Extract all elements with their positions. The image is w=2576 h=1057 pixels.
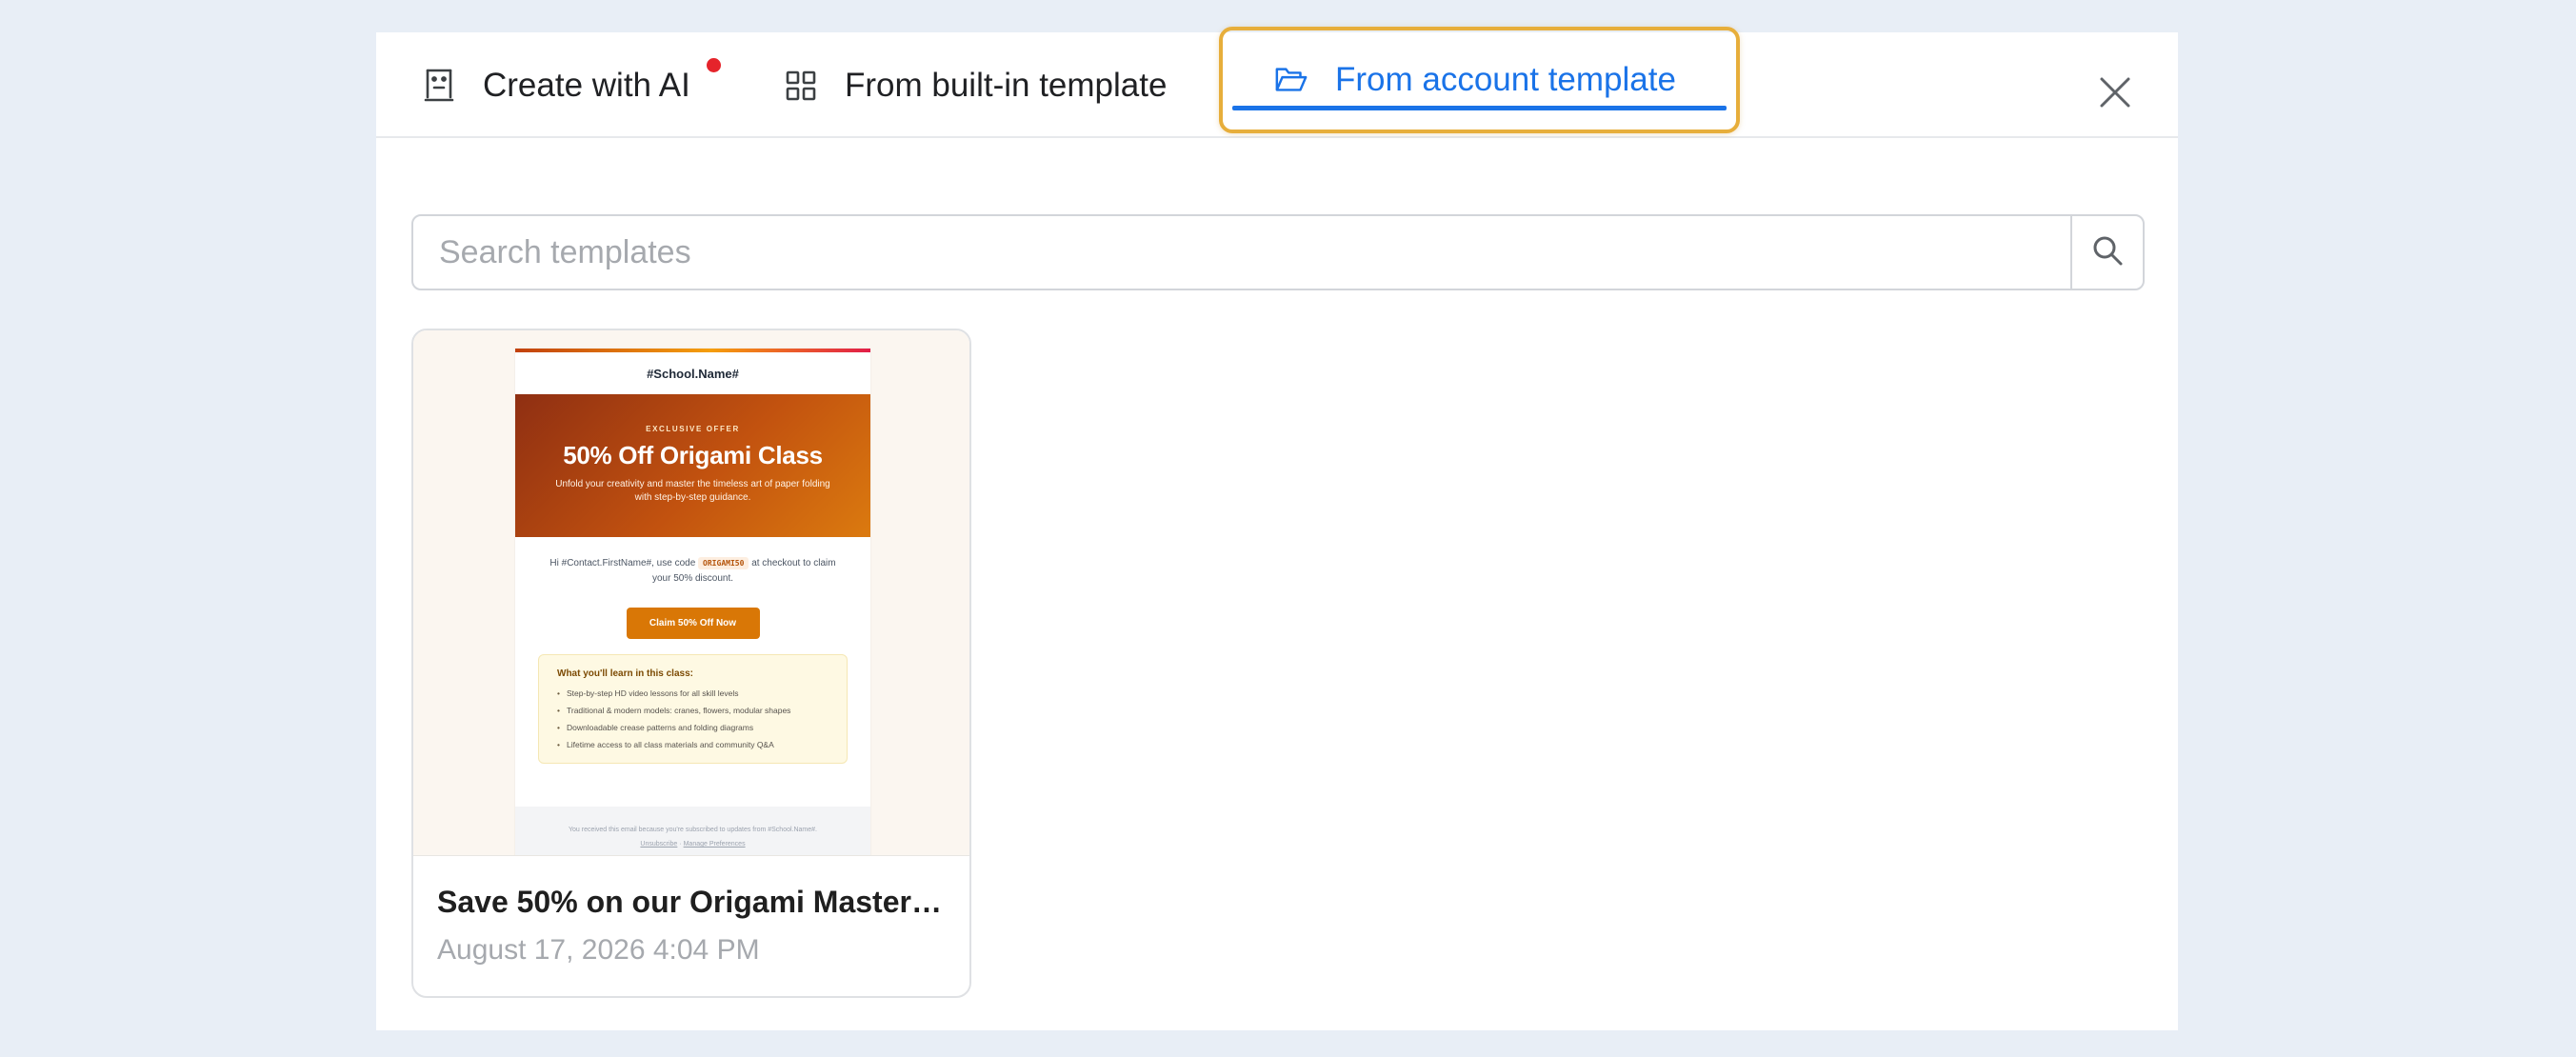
- template-card[interactable]: #School.Name# EXCLUSIVE OFFER 50% Off Or…: [411, 329, 971, 998]
- email-footer: You received this email because you're s…: [515, 807, 870, 855]
- email-kicker: EXCLUSIVE OFFER: [646, 425, 740, 433]
- email-school-name: #School.Name#: [647, 366, 739, 381]
- email-preview: #School.Name# EXCLUSIVE OFFER 50% Off Or…: [515, 349, 870, 855]
- email-hero: EXCLUSIVE OFFER 50% Off Origami Class Un…: [515, 394, 870, 537]
- learn-item: Step-by-step HD video lessons for all sk…: [557, 685, 831, 702]
- tab-label: From account template: [1335, 61, 1676, 98]
- email-headline: 50% Off Origami Class: [563, 441, 823, 469]
- unsubscribe-link: Unsubscribe: [640, 841, 678, 848]
- learn-item: Traditional & modern models: cranes, flo…: [557, 702, 831, 719]
- close-button[interactable]: [2096, 75, 2134, 113]
- template-date: August 17, 2026 4:04 PM: [437, 934, 760, 966]
- folder-open-icon: [1274, 63, 1308, 97]
- email-cta-button: Claim 50% Off Now: [626, 608, 760, 639]
- footer-text: You received this email because you're s…: [568, 827, 817, 833]
- robot-icon: [422, 69, 456, 103]
- tab-create-with-ai[interactable]: Create with AI: [422, 32, 690, 138]
- notification-badge: [707, 58, 721, 72]
- email-subheadline: Unfold your creativity and master the ti…: [555, 479, 830, 503]
- tab-label: From built-in template: [845, 66, 1168, 104]
- tab-account-template[interactable]: From account template: [1219, 27, 1740, 133]
- tab-bar: Create with AI From built-in template Fr…: [376, 27, 2178, 138]
- email-greeting: Hi #Contact.FirstName#, use code ORIGAMI…: [515, 537, 870, 587]
- learn-title: What you'll learn in this class:: [557, 668, 693, 679]
- greeting-text: Hi #Contact.FirstName#, use code: [549, 558, 696, 568]
- tab-built-in-template[interactable]: From built-in template: [784, 32, 1167, 138]
- promo-code: ORIGAMI50: [698, 557, 749, 569]
- active-tab-indicator: [1232, 106, 1727, 110]
- learn-item: Downloadable crease patterns and folding…: [557, 719, 831, 736]
- search-box: [411, 214, 2145, 290]
- manage-preferences-link: Manage Preferences: [683, 841, 746, 848]
- search-input[interactable]: [413, 216, 2070, 289]
- grid-icon: [784, 69, 818, 103]
- email-learn-box: What you'll learn in this class: Step-by…: [538, 654, 848, 764]
- close-icon: [2099, 76, 2131, 113]
- footer-separator: ·: [679, 841, 682, 848]
- template-title: Save 50% on our Origami Masterc...: [437, 885, 951, 919]
- learn-item: Lifetime access to all class materials a…: [557, 736, 831, 753]
- tab-label: Create with AI: [483, 66, 690, 104]
- template-picker-dialog: Create with AI From built-in template Fr…: [376, 27, 2178, 1030]
- learn-list: Step-by-step HD video lessons for all sk…: [557, 685, 831, 753]
- template-preview: #School.Name# EXCLUSIVE OFFER 50% Off Or…: [413, 330, 969, 856]
- search-icon: [2091, 234, 2124, 271]
- search-button[interactable]: [2070, 216, 2143, 289]
